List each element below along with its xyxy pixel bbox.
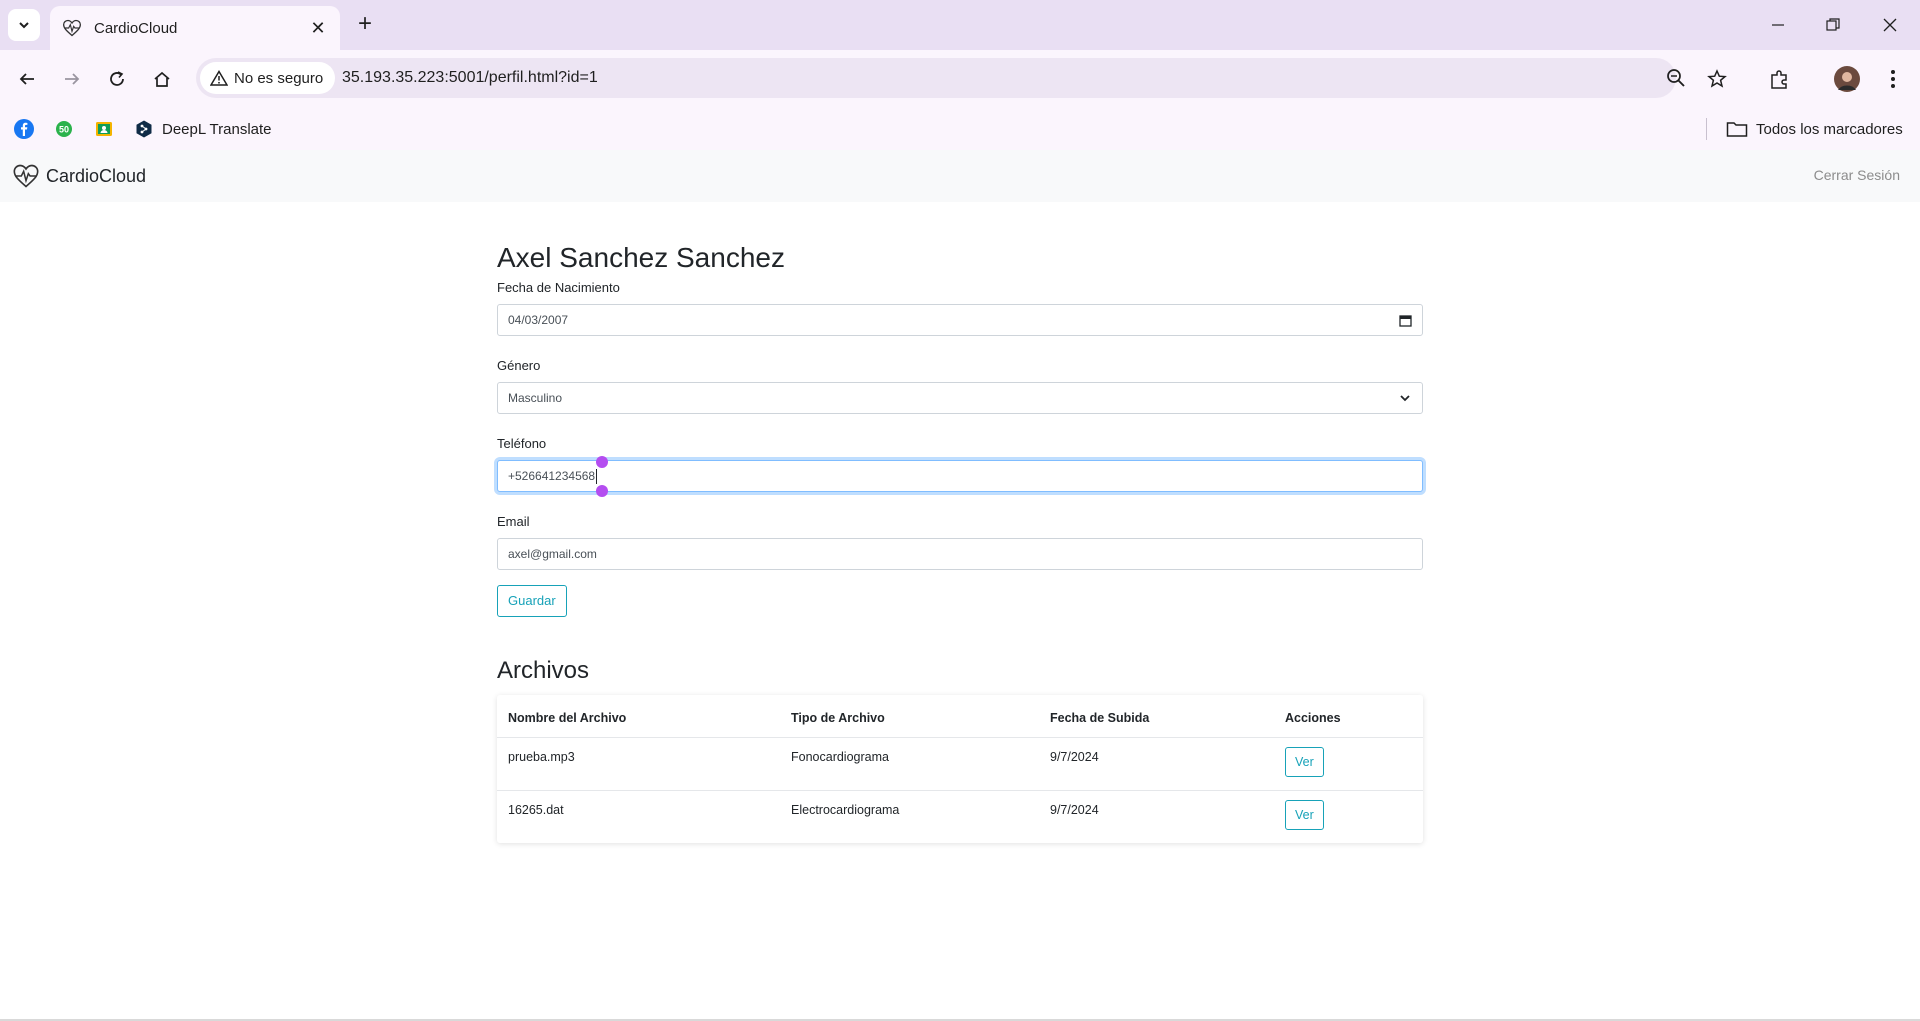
bookmark-deepl-label: DeepL Translate — [162, 120, 272, 138]
extensions-button[interactable] — [1763, 62, 1797, 96]
table-header-row: Nombre del Archivo Tipo de Archivo Fecha… — [497, 695, 1423, 738]
files-table: Nombre del Archivo Tipo de Archivo Fecha… — [497, 695, 1423, 843]
birth-date-input[interactable]: 04/03/2007 — [497, 304, 1423, 336]
close-icon — [1883, 18, 1897, 32]
col-file-type: Tipo de Archivo — [780, 695, 1039, 738]
home-button[interactable] — [145, 62, 179, 96]
fifty-badge-icon: 50 — [56, 121, 72, 137]
table-row: 16265.dat Electrocardiograma 9/7/2024 Ve… — [497, 790, 1423, 843]
files-heading: Archivos — [497, 657, 590, 684]
arrow-right-icon — [65, 73, 80, 85]
phone-value: +526641234568 — [508, 469, 596, 483]
calendar-icon[interactable] — [1398, 313, 1412, 327]
folder-icon — [1726, 122, 1748, 137]
birth-date-value: 04/03/2007 — [508, 313, 569, 327]
home-icon — [154, 71, 170, 87]
upload-date-cell: 9/7/2024 — [1039, 737, 1274, 791]
reload-icon — [110, 71, 124, 86]
text-caret — [596, 469, 598, 485]
classroom-icon — [96, 122, 112, 136]
view-file-button[interactable]: Ver — [1285, 746, 1324, 777]
brand-name: CardioCloud — [46, 165, 147, 186]
email-value: axel@gmail.com — [508, 547, 597, 561]
puzzle-icon — [1771, 70, 1787, 89]
col-upload-date: Fecha de Subida — [1039, 695, 1274, 738]
file-type-cell: Fonocardiograma — [780, 737, 1039, 791]
forward-button[interactable] — [55, 62, 89, 96]
bookmark-star-button[interactable] — [1700, 62, 1734, 96]
selection-handle-top[interactable] — [596, 456, 608, 468]
address-bar[interactable]: No es seguro 35.193.35.223:5001/perfil.h… — [196, 58, 1685, 98]
table-row: prueba.mp3 Fonocardiograma 9/7/2024 Ver — [497, 737, 1423, 791]
reload-button[interactable] — [100, 62, 134, 96]
patient-name: Axel Sanchez Sanchez — [497, 242, 785, 273]
file-type-cell: Electrocardiograma — [791, 802, 900, 817]
heart-pulse-icon — [13, 164, 39, 188]
arrow-left-icon — [19, 73, 34, 85]
file-name-cell: prueba.mp3 — [497, 737, 780, 791]
tab-search-button[interactable] — [8, 9, 40, 41]
new-tab-button[interactable]: + — [352, 12, 378, 38]
svg-text:50: 50 — [59, 125, 69, 135]
minimize-icon — [1772, 24, 1784, 26]
all-bookmarks-label: Todos los marcadores — [1756, 120, 1903, 138]
zoom-button[interactable] — [1664, 66, 1688, 90]
file-name-cell: 16265.dat — [508, 802, 564, 817]
app-navbar: CardioCloud Cerrar Sesión — [0, 150, 1920, 202]
browser-tabstrip: CardioCloud ✕ + — [0, 0, 1920, 50]
phone-label: Teléfono — [497, 436, 547, 451]
bookmarks-separator — [1706, 118, 1707, 140]
col-actions: Acciones — [1274, 695, 1423, 738]
actions-cell: Ver — [1274, 737, 1423, 791]
back-button[interactable] — [10, 62, 44, 96]
security-chip[interactable]: No es seguro — [200, 62, 336, 94]
selection-handle-bottom[interactable] — [596, 485, 608, 497]
deepl-icon — [136, 120, 152, 138]
restore-icon — [1826, 18, 1840, 31]
bookmark-facebook[interactable] — [14, 116, 34, 142]
warning-icon — [210, 70, 228, 86]
security-label: No es seguro — [234, 69, 324, 87]
gender-label: Género — [497, 358, 541, 373]
avatar-icon — [1834, 66, 1860, 92]
chevron-down-icon — [19, 22, 29, 29]
close-window-button[interactable] — [1872, 10, 1908, 40]
upload-date-cell: 9/7/2024 — [1050, 802, 1099, 817]
gender-select[interactable]: Masculino — [497, 382, 1423, 414]
actions-cell: Ver — [1274, 790, 1423, 843]
email-input[interactable]: axel@gmail.com — [497, 538, 1423, 570]
minimize-button[interactable] — [1760, 10, 1796, 40]
profile-avatar[interactable] — [1830, 62, 1864, 96]
view-file-button[interactable]: Ver — [1285, 799, 1324, 830]
star-icon — [1707, 69, 1727, 88]
bookmark-classroom[interactable] — [94, 116, 114, 142]
birth-date-label: Fecha de Nacimiento — [497, 280, 620, 295]
bookmark-deepl[interactable]: DeepL Translate — [134, 116, 272, 142]
save-button[interactable]: Guardar — [497, 585, 567, 617]
brand-link[interactable]: CardioCloud — [12, 162, 146, 190]
kebab-menu-icon — [1891, 70, 1895, 88]
chevron-down-icon — [1398, 391, 1412, 405]
restore-button[interactable] — [1815, 10, 1851, 40]
facebook-icon — [14, 119, 34, 139]
col-file-name: Nombre del Archivo — [497, 695, 780, 738]
browser-menu-button[interactable] — [1876, 62, 1910, 96]
profile-container: Axel Sanchez Sanchez Fecha de Nacimiento… — [497, 240, 1423, 843]
heart-pulse-icon — [62, 19, 82, 37]
logout-link[interactable]: Cerrar Sesión — [1814, 167, 1900, 183]
bookmarks-bar: 50 DeepL Translate Todos los marcadores — [0, 108, 1920, 150]
url-text[interactable]: 35.193.35.223:5001/perfil.html?id=1 — [342, 58, 598, 98]
files-table-card: Nombre del Archivo Tipo de Archivo Fecha… — [497, 695, 1423, 843]
all-bookmarks-button[interactable]: Todos los marcadores — [1726, 116, 1903, 142]
browser-toolbar: No es seguro 35.193.35.223:5001/perfil.h… — [0, 50, 1920, 108]
close-tab-icon[interactable]: ✕ — [308, 18, 328, 39]
browser-tab[interactable]: CardioCloud ✕ — [50, 6, 340, 50]
email-label: Email — [497, 514, 530, 529]
phone-input[interactable]: +526641234568 — [497, 456, 1423, 497]
zoom-out-icon — [1667, 69, 1685, 87]
gender-value: Masculino — [508, 391, 563, 405]
tab-title: CardioCloud — [94, 19, 178, 37]
bookmark-50[interactable]: 50 — [54, 116, 74, 142]
